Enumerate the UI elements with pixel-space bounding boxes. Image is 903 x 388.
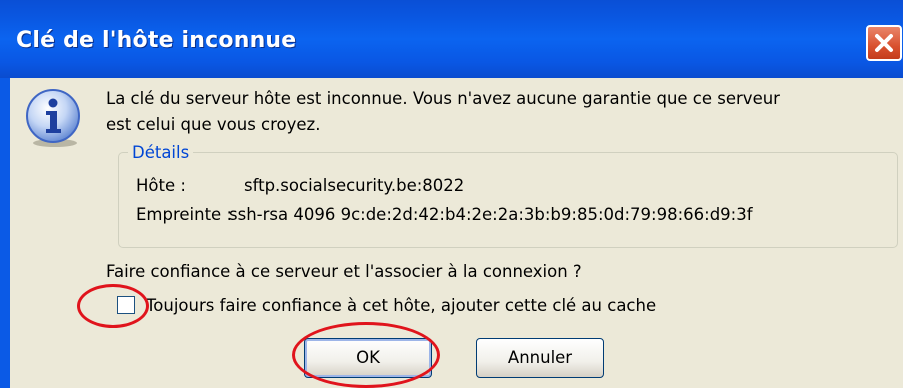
trust-question: Faire confiance à ce serveur et l'associ…	[106, 262, 582, 281]
cancel-button[interactable]: Annuler	[476, 338, 604, 378]
window-title: Clé de l'hôte inconnue	[16, 28, 297, 53]
window-border-left	[0, 78, 10, 388]
message-text: La clé du serveur hôte est inconnue. Vou…	[106, 86, 896, 138]
host-label: Hôte :	[136, 176, 186, 195]
annotation-circle-ok	[292, 322, 440, 388]
always-trust-label[interactable]: Toujours faire confiance à cet hôte, ajo…	[146, 296, 656, 315]
close-button[interactable]	[866, 25, 902, 61]
fingerprint-value: ssh-rsa 4096 9c:de:2d:42:b4:2e:2a:3b:b9:…	[229, 205, 753, 224]
title-bar[interactable]: Clé de l'hôte inconnue	[0, 0, 903, 78]
annotation-circle-checkbox	[77, 284, 149, 328]
info-icon	[26, 89, 80, 147]
close-icon	[875, 34, 893, 52]
details-groupbox	[118, 152, 898, 248]
fingerprint-label: Empreinte :	[136, 205, 233, 224]
message-line: est celui que vous croyez.	[106, 115, 321, 134]
host-value: sftp.socialsecurity.be:8022	[244, 176, 465, 195]
message-line: La clé du serveur hôte est inconnue. Vou…	[106, 89, 780, 108]
details-legend: Détails	[128, 143, 194, 162]
